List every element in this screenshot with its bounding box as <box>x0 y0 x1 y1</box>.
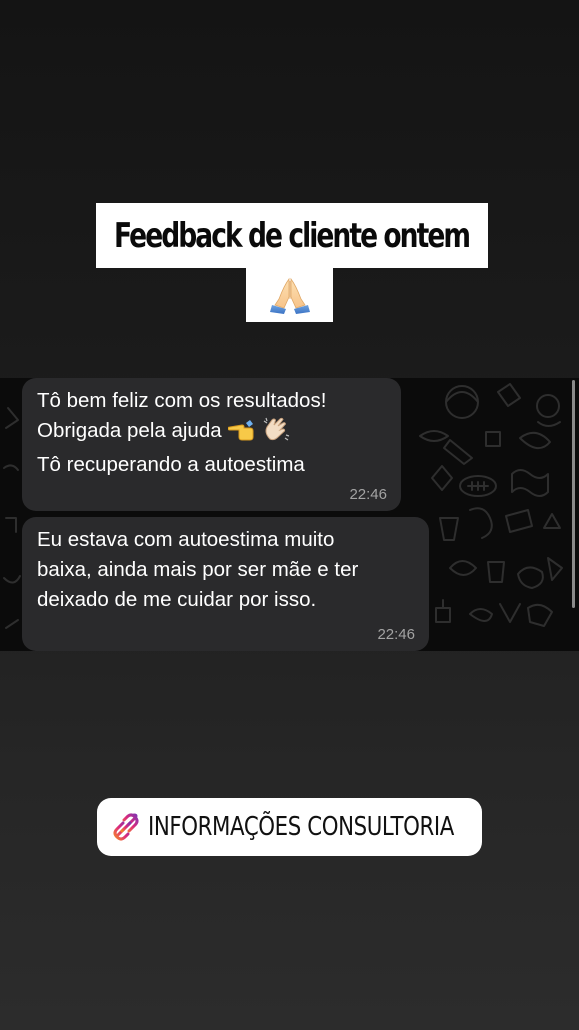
message-bubble: Tô bem feliz com os resultados! Obrigada… <box>22 378 401 511</box>
pointing-hand-emoji <box>227 419 256 450</box>
message-line: deixado de me cuidar por isso. <box>37 588 317 611</box>
link-icon <box>111 811 141 843</box>
message-line: Eu estava com autoestima muito <box>37 528 335 551</box>
chat-screenshot: Tô bem feliz com os resultados! Obrigada… <box>0 378 579 651</box>
story-title: Feedback de cliente ontem <box>114 215 472 256</box>
message-timestamp: 22:46 <box>377 626 415 643</box>
message-line: Tô bem feliz com os resultados! <box>37 389 327 412</box>
message-line: Tô recuperando a autoestima <box>37 453 305 476</box>
message-bubble: Eu estava com autoestima muito baixa, ai… <box>22 517 429 651</box>
clapping-hands-emoji <box>262 417 290 450</box>
message-line: baixa, ainda mais por ser mãe e ter <box>37 558 359 581</box>
link-label: INFORMAÇÕES CONSULTORIA <box>148 812 454 842</box>
message-line-with-emoji: Obrigada pela ajuda <box>37 416 387 450</box>
message-timestamp: 22:46 <box>349 486 387 503</box>
story-title-sticker: Feedback de cliente ontem <box>96 203 488 268</box>
message-line: Obrigada pela ajuda <box>37 419 222 442</box>
emoji-sticker <box>246 268 333 322</box>
folded-hands-emoji <box>269 277 310 314</box>
chat-scrollbar <box>572 380 575 608</box>
link-sticker[interactable]: INFORMAÇÕES CONSULTORIA <box>97 798 482 856</box>
